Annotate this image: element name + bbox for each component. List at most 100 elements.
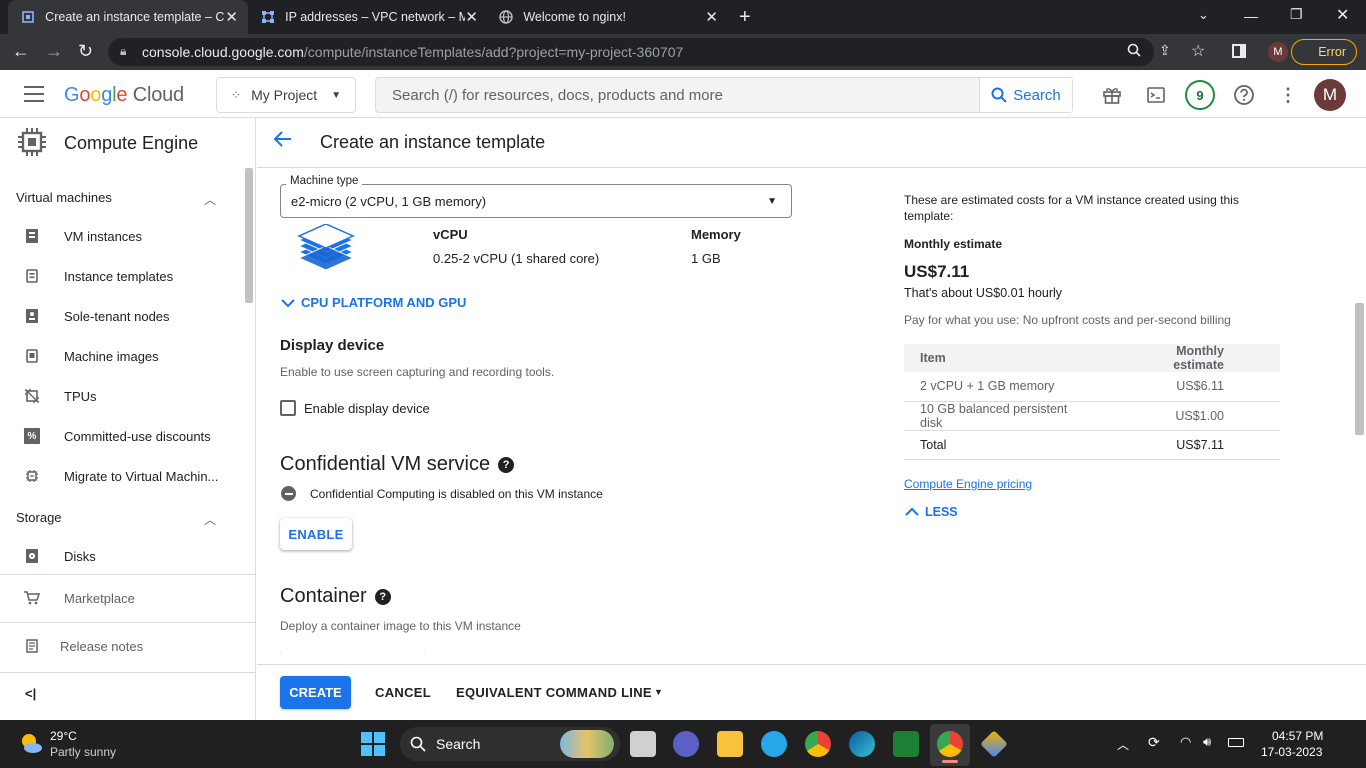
container-desc: Deploy a container image to this VM inst… (280, 619, 521, 633)
close-window-icon[interactable]: ✕ (1336, 5, 1349, 25)
chevron-up-icon[interactable]: ︿ (204, 191, 216, 208)
restore-window-icon[interactable]: ❐ (1290, 6, 1303, 23)
file-explorer-icon[interactable] (717, 731, 743, 757)
project-dots-icon: ⁘ (231, 88, 242, 102)
taskbar-search[interactable]: Search (400, 727, 620, 761)
lock-icon: 🔒︎ (120, 44, 127, 58)
sidebar-section-virtual-machines[interactable]: Virtual machines (16, 190, 112, 205)
sidebar-item-vm-instances[interactable]: VM instances (0, 216, 244, 256)
sidebar-item-marketplace[interactable]: Marketplace (0, 578, 244, 618)
wifi-icon[interactable]: ◠ (1180, 734, 1191, 750)
sidebar-divider (0, 622, 256, 623)
reload-icon[interactable]: ↻ (78, 41, 93, 62)
sync-icon[interactable]: ⟳ (1148, 734, 1160, 751)
hamburger-menu-icon[interactable] (24, 86, 44, 102)
browser-tab-active[interactable]: Create an instance template – Co ✕ (8, 0, 248, 34)
back-arrow-icon[interactable]: ← (12, 41, 30, 62)
back-arrow-icon[interactable] (273, 130, 292, 153)
service-title: Compute Engine (64, 132, 199, 153)
help-icon[interactable]: ? (374, 588, 391, 605)
volume-icon[interactable]: 🔊︎ (1203, 734, 1211, 750)
tray-chevron-up-icon[interactable]: ︿ (1117, 736, 1129, 753)
display-device-title: Display device (280, 337, 385, 354)
disabled-status-icon (281, 486, 296, 501)
telegram-icon[interactable] (761, 731, 787, 757)
display-device-checkbox[interactable] (280, 400, 296, 416)
more-vert-icon[interactable]: ⋮ (1275, 82, 1301, 108)
cost-item: 10 GB balanced persistent disk (904, 401, 1107, 431)
main-scrollbar[interactable] (1355, 303, 1364, 435)
column-header: Monthly estimate (1106, 344, 1280, 372)
google-cloud-logo[interactable]: Google Cloud (64, 84, 184, 107)
dropdown-arrow-icon[interactable]: ▼ (654, 687, 663, 697)
machine-type-select[interactable]: e2-micro (2 vCPU, 1 GB memory) ▼ (280, 184, 792, 218)
close-tab-icon[interactable]: ✕ (705, 8, 718, 26)
sidebar-item-migrate[interactable]: Migrate to Virtual Machin... (0, 456, 244, 496)
sidebar-item-label: Disks (64, 548, 96, 564)
collapse-sidebar-icon[interactable]: <| (25, 686, 36, 701)
forward-arrow-icon[interactable]: → (45, 41, 63, 62)
bookmark-star-icon[interactable]: ☆ (1191, 41, 1205, 61)
notifications-badge[interactable]: 9 (1185, 80, 1215, 110)
create-button[interactable]: CREATE (280, 676, 351, 709)
sidebar-scrollbar[interactable] (245, 168, 253, 303)
help-icon[interactable] (1231, 82, 1257, 108)
address-bar[interactable]: 🔒︎ console.cloud.google.com/compute/inst… (108, 38, 1154, 66)
memory-header: Memory (691, 227, 741, 242)
task-view-icon[interactable] (630, 731, 656, 757)
edge-icon[interactable] (849, 731, 875, 757)
confidential-vm-section: Confidential VM service? (280, 453, 515, 476)
browser-tab[interactable]: IP addresses – VPC network – My ✕ (248, 0, 488, 34)
tab-search-chevron-icon[interactable]: ⌄ (1198, 7, 1209, 23)
chrome-profile-icon[interactable] (937, 731, 963, 757)
sidebar-item-tpus[interactable]: TPUs (0, 376, 244, 416)
equivalent-command-line-button[interactable]: EQUIVALENT COMMAND LINE (456, 685, 652, 700)
search-button[interactable]: Search (979, 78, 1072, 112)
zoom-search-icon[interactable] (1127, 43, 1141, 60)
project-picker[interactable]: ⁘ My Project ▼ (216, 77, 356, 113)
deploy-container-button[interactable]: DEPLOY CONTAINER (280, 652, 426, 664)
chevron-up-icon[interactable]: ︿ (204, 511, 216, 528)
machine-stack-icon (296, 223, 356, 284)
dropdown-arrow-icon: ▼ (331, 89, 342, 101)
close-tab-icon[interactable]: ✕ (225, 8, 238, 26)
vcpu-value: 0.25-2 vCPU (1 shared core) (433, 251, 600, 266)
weather-icon[interactable] (18, 730, 44, 756)
meet-chat-icon[interactable] (673, 731, 699, 757)
sidebar-item-instance-templates[interactable]: Instance templates (0, 256, 244, 296)
app-icon[interactable] (893, 731, 919, 757)
side-panel-icon[interactable] (1232, 44, 1246, 58)
table-row-total: Total US$7.11 (904, 430, 1280, 460)
battery-icon[interactable] (1228, 738, 1244, 747)
confidential-vm-title: Confidential VM service (280, 453, 491, 475)
sidebar-item-committed-use-discounts[interactable]: % Committed-use discounts (0, 416, 244, 456)
sidebar-section-storage[interactable]: Storage (16, 510, 62, 525)
display-device-checkbox-label[interactable]: Enable display device (304, 401, 430, 416)
share-icon[interactable]: ⇪ (1159, 42, 1171, 59)
minimize-window-icon[interactable]: — (1244, 8, 1258, 24)
clock-time[interactable]: 04:57 PM (1272, 729, 1323, 743)
cloud-shell-icon[interactable] (1143, 82, 1169, 108)
gift-icon[interactable] (1099, 82, 1125, 108)
disk-icon (24, 548, 40, 564)
less-toggle[interactable]: LESS (905, 505, 958, 519)
account-avatar[interactable]: M (1314, 79, 1346, 111)
cpu-platform-toggle[interactable]: CPU PLATFORM AND GPU (281, 295, 466, 310)
sidebar-item-sole-tenant-nodes[interactable]: Sole-tenant nodes (0, 296, 244, 336)
search-input[interactable] (376, 78, 979, 112)
chrome-icon[interactable] (805, 731, 831, 757)
sidebar-item-release-notes[interactable]: Release notes (0, 626, 244, 666)
cancel-button[interactable]: CANCEL (375, 685, 431, 700)
windows-start-icon[interactable] (361, 732, 385, 756)
profile-avatar[interactable]: M (1268, 42, 1288, 62)
sidebar-item-machine-images[interactable]: Machine images (0, 336, 244, 376)
help-icon[interactable]: ? (498, 456, 515, 473)
compute-engine-pricing-link[interactable]: Compute Engine pricing (904, 477, 1032, 491)
clock-date[interactable]: 17-03-2023 (1261, 745, 1322, 759)
new-tab-button[interactable]: + (739, 6, 751, 29)
close-tab-icon[interactable]: ✕ (465, 8, 478, 26)
enable-button[interactable]: ENABLE (280, 518, 352, 550)
browser-tab[interactable]: Welcome to nginx! ✕ (488, 0, 728, 34)
sidebar-item-disks[interactable]: Disks (0, 536, 244, 576)
